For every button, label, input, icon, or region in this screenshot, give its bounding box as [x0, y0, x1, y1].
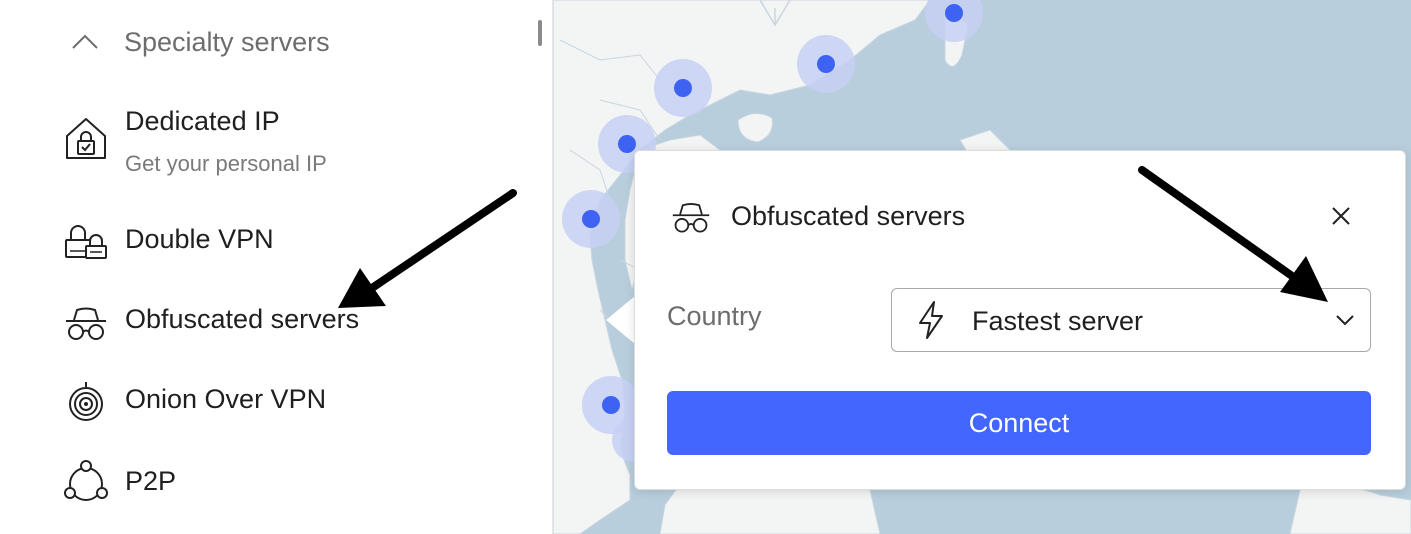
- sidebar-item-label: Onion Over VPN: [125, 384, 327, 414]
- country-select[interactable]: Fastest server: [891, 288, 1371, 352]
- map-land-hainan: [737, 113, 773, 143]
- sidebar-item-subtitle: Get your personal IP: [125, 151, 327, 176]
- sidebar-item-label: P2P: [125, 466, 177, 496]
- sidebar-item-p2p[interactable]: P2P: [62, 458, 522, 508]
- server-marker[interactable]: [654, 59, 712, 117]
- country-select-value: Fastest server: [972, 306, 1144, 336]
- sidebar-item-double-vpn[interactable]: Double VPN: [62, 218, 522, 268]
- incognito-icon: [672, 203, 710, 233]
- incognito-icon: [66, 307, 106, 340]
- onion-icon: [69, 382, 103, 421]
- double-lock-icon: [65, 225, 107, 259]
- map-land-islands-east: [1289, 485, 1411, 534]
- obfuscated-servers-popup: Obfuscated servers Country Fastest serve…: [634, 150, 1406, 490]
- close-icon[interactable]: [1323, 198, 1359, 234]
- server-marker[interactable]: [797, 35, 855, 93]
- house-lock-icon: [66, 118, 106, 159]
- sidebar-item-dedicated-ip[interactable]: Dedicated IP Get your personal IP: [62, 104, 522, 184]
- sidebar-item-label: Dedicated IP: [125, 106, 280, 136]
- sidebar-item-onion-over-vpn[interactable]: Onion Over VPN: [62, 378, 522, 428]
- chevron-up-icon: [72, 34, 98, 49]
- country-label: Country: [667, 301, 762, 331]
- server-marker[interactable]: [925, 0, 983, 42]
- sidebar-scrollbar[interactable]: [538, 20, 542, 46]
- popup-title: Obfuscated servers: [731, 201, 966, 231]
- connect-button[interactable]: Connect: [667, 391, 1371, 455]
- p2p-nodes-icon: [64, 460, 108, 501]
- sidebar-item-label: Obfuscated servers: [125, 304, 360, 334]
- lightning-bolt-icon: [919, 301, 943, 339]
- sidebar-item-label: Double VPN: [125, 224, 274, 254]
- sidebar: Specialty servers Dedicated IP Get your …: [0, 0, 553, 534]
- section-title: Specialty servers: [124, 26, 330, 57]
- specialty-servers-header[interactable]: Specialty servers: [68, 22, 508, 62]
- sidebar-item-obfuscated-servers[interactable]: Obfuscated servers: [62, 298, 522, 348]
- server-marker[interactable]: [562, 190, 620, 248]
- chevron-down-icon: [1336, 315, 1354, 326]
- popup-pointer: [606, 296, 635, 344]
